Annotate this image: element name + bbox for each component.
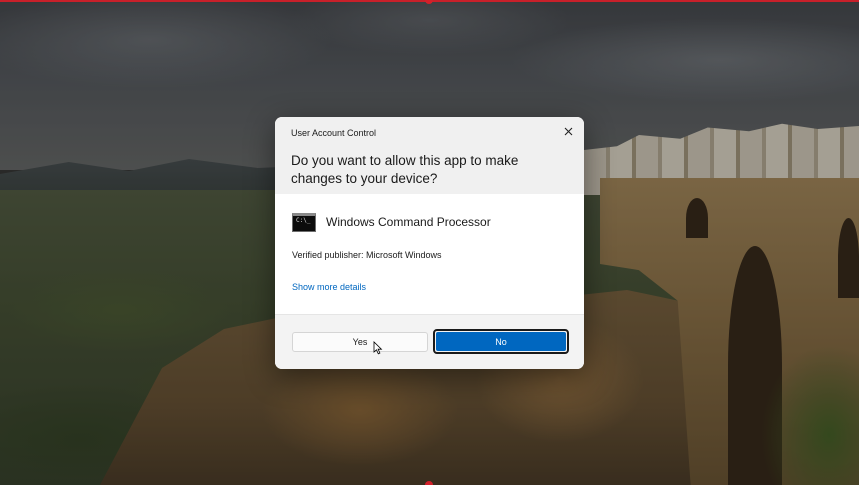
uac-header: User Account Control Do you want to allo… <box>275 117 584 194</box>
mouse-cursor-icon <box>373 341 383 355</box>
close-icon <box>564 127 572 135</box>
close-button[interactable] <box>558 121 578 141</box>
app-name: Windows Command Processor <box>326 215 491 229</box>
no-button-focus-ring: No <box>433 329 569 354</box>
bottom-accent-dot <box>425 481 433 485</box>
dialog-question: Do you want to allow this app to make ch… <box>291 153 519 186</box>
show-more-details-link[interactable]: Show more details <box>292 282 366 292</box>
app-info-row: C:\_ Windows Command Processor <box>292 211 491 233</box>
publisher-text: Verified publisher: Microsoft Windows <box>292 250 442 260</box>
desktop: User Account Control Do you want to allo… <box>0 0 859 485</box>
yes-button[interactable]: Yes <box>292 332 428 352</box>
dialog-footer: Yes No <box>275 314 584 369</box>
command-prompt-icon: C:\_ <box>292 212 316 232</box>
uac-dialog: User Account Control Do you want to allo… <box>275 117 584 369</box>
dialog-title: User Account Control <box>291 128 377 138</box>
no-button[interactable]: No <box>436 332 566 351</box>
